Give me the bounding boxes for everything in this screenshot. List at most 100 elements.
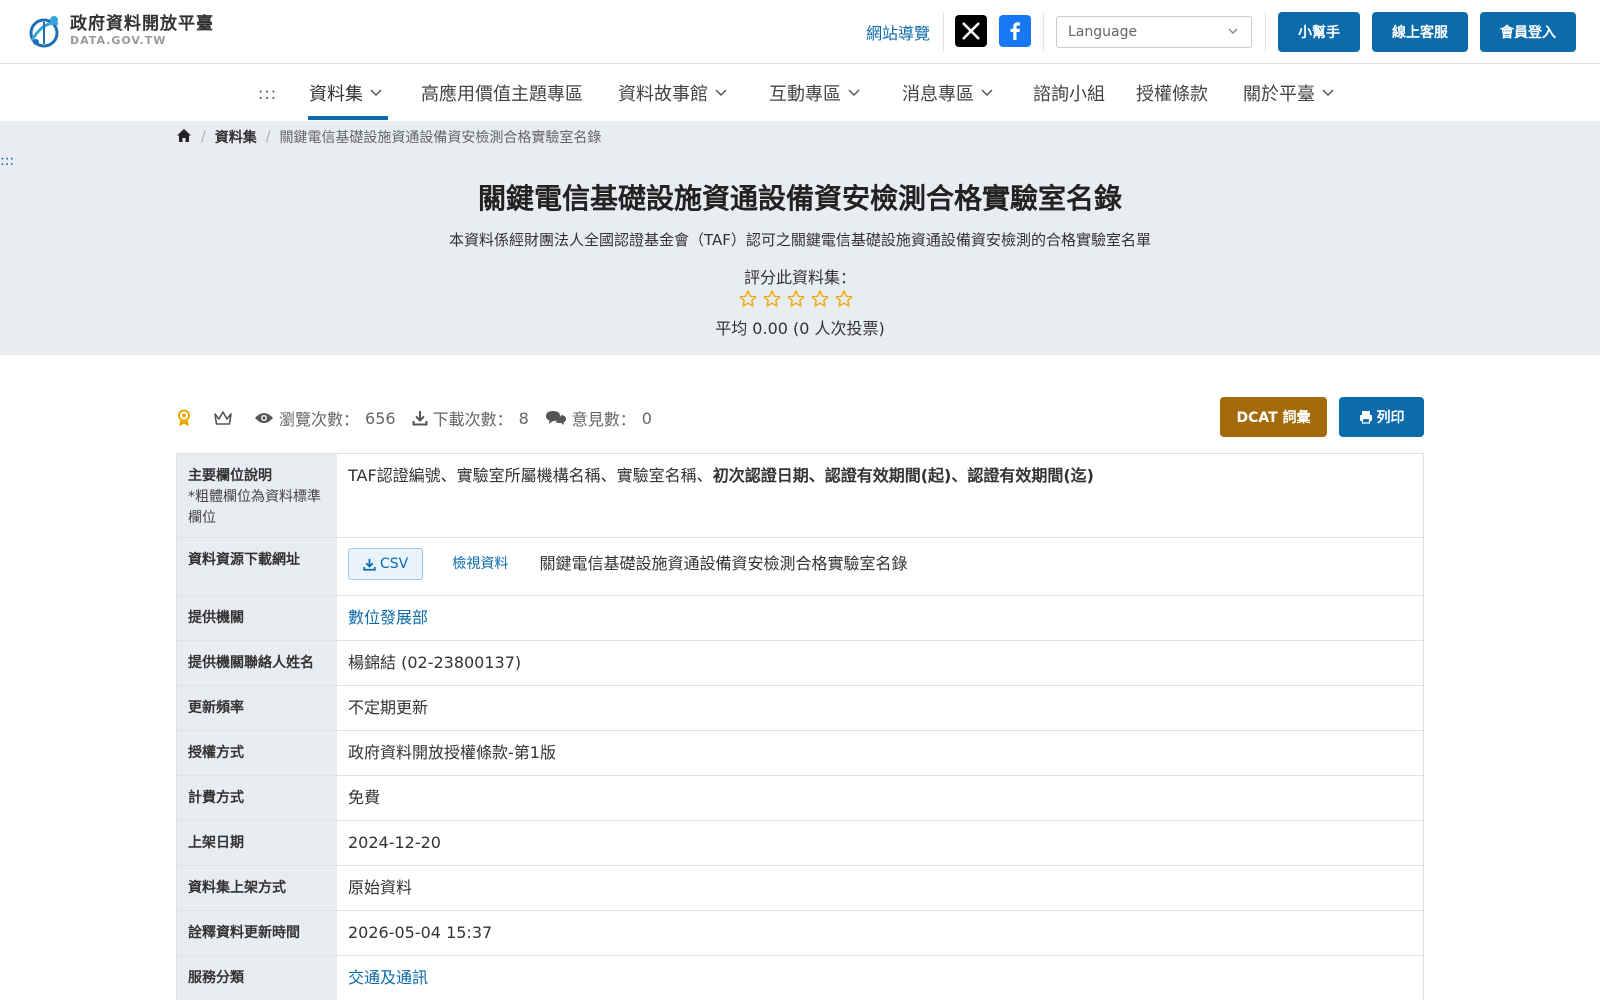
main-fields-plain: TAF認證編號、實驗室所屬機構名稱、實驗室名稱、 <box>348 466 713 485</box>
language-select[interactable]: Language <box>1056 16 1252 48</box>
star-rating[interactable] <box>738 289 854 309</box>
row-label: 服務分類 <box>177 956 337 1000</box>
rating-label: 評分此資料集： <box>743 268 856 287</box>
star-icon[interactable] <box>762 289 782 309</box>
language-select-value: Language <box>1068 24 1138 40</box>
table-row: 提供機關聯絡人姓名 楊錦結 (02-23800137) <box>177 641 1423 686</box>
dcat-vocabulary-button[interactable]: DCAT 詞彙 <box>1220 397 1327 437</box>
logo-subtitle: DATA.GOV.TW <box>70 34 167 47</box>
table-row: 主要欄位說明 *粗體欄位為資料標準欄位 TAF認證編號、實驗室所屬機構名稱、實驗… <box>177 454 1423 538</box>
nav-item-stories[interactable]: 資料故事館 <box>618 78 728 108</box>
print-label: 列印 <box>1376 410 1405 426</box>
comments-label: 意見數： <box>571 410 636 429</box>
divider <box>943 12 944 52</box>
nav-label: 高應用價值主題專區 <box>421 84 583 105</box>
print-button[interactable]: 列印 <box>1339 397 1424 437</box>
dataset-description: 本資料係經財團法人全國認證基金會（TAF）認可之關鍵電信基礎設施資通設備資安檢測… <box>449 231 1151 249</box>
nav-item-about[interactable]: 關於平臺 <box>1243 78 1335 108</box>
row-label: 資料資源下載網址 <box>177 538 337 595</box>
nav-item-interactive[interactable]: 互動專區 <box>769 78 861 108</box>
nav-label: 關於平臺 <box>1243 84 1315 105</box>
downloads-stat: 下載次數： 8 <box>412 406 529 430</box>
dataset-metadata-table: 主要欄位說明 *粗體欄位為資料標準欄位 TAF認證編號、實驗室所屬機構名稱、實驗… <box>176 453 1424 1000</box>
nav-label: 互動專區 <box>769 84 841 105</box>
nav-label: 資料集 <box>309 84 363 105</box>
star-icon[interactable] <box>834 289 854 309</box>
nav-item-high-value[interactable]: 高應用價值主題專區 <box>421 78 583 108</box>
csv-label: CSV <box>380 556 409 572</box>
table-row: 授權方式 政府資料開放授權條款-第1版 <box>177 731 1423 776</box>
table-row: 更新頻率 不定期更新 <box>177 686 1423 731</box>
active-nav-indicator <box>308 116 388 120</box>
downloads-count: 8 <box>518 408 529 428</box>
x-twitter-icon[interactable] <box>955 15 987 47</box>
table-row: 上架日期 2024-12-20 <box>177 821 1423 866</box>
nav-item-advisory[interactable]: 諮詢小組 <box>1033 78 1105 108</box>
nav-item-news[interactable]: 消息專區 <box>902 78 994 108</box>
logo-mark-icon <box>24 12 64 50</box>
dataset-hero: ::: / 資料集 / 關鍵電信基礎設施資通設備資安檢測合格實驗室名錄 關鍵電信… <box>0 121 1600 355</box>
breadcrumb-separator: / <box>201 129 206 145</box>
table-row: 資料集上架方式 原始資料 <box>177 866 1423 911</box>
csv-download-button[interactable]: CSV <box>348 548 424 580</box>
downloads-label: 下載次數： <box>432 410 513 429</box>
views-label: 瀏覽次數： <box>279 410 360 429</box>
nav-label: 資料故事館 <box>618 84 708 105</box>
chevron-down-icon <box>1227 25 1239 41</box>
comments-stat: 意見數： 0 <box>545 406 652 430</box>
nav-label: 授權條款 <box>1136 84 1208 105</box>
star-icon[interactable] <box>786 289 806 309</box>
rating-average: 平均 0.00 (0 人次投票) <box>715 319 885 338</box>
provider-link[interactable]: 數位發展部 <box>348 608 428 627</box>
row-value: CSV 檢視資料 關鍵電信基礎設施資通設備資安檢測合格實驗室名錄 <box>337 538 1423 595</box>
row-value: TAF認證編號、實驗室所屬機構名稱、實驗室名稱、初次認證日期、認證有效期間(起)… <box>337 454 1423 537</box>
view-data-link[interactable]: 檢視資料 <box>452 556 508 572</box>
metadata-updated-value: 2026-05-04 15:37 <box>348 923 493 942</box>
row-label: 上架日期 <box>177 821 337 865</box>
site-header: 政府資料開放平臺 DATA.GOV.TW 網站導覽 Language 小幫手 線… <box>0 0 1600 64</box>
main-nav: ::: 資料集 高應用價值主題專區 資料故事館 互動專區 消息專區 諮詢小組 授… <box>0 64 1600 121</box>
main-fields-bold: 初次認證日期、認證有效期間(起)、認證有效期間(迄) <box>712 466 1094 485</box>
category-link[interactable]: 交通及通訊 <box>348 968 428 987</box>
row-value: 交通及通訊 <box>337 956 1423 1000</box>
table-row: 詮釋資料更新時間 2026-05-04 15:37 <box>177 911 1423 956</box>
helper-button[interactable]: 小幫手 <box>1278 12 1360 52</box>
nav-item-datasets[interactable]: 資料集 <box>309 78 383 108</box>
online-service-button[interactable]: 線上客服 <box>1372 12 1468 52</box>
accesskey-dots[interactable]: ::: <box>258 84 277 103</box>
contact-value: 楊錦結 (02-23800137) <box>348 653 522 672</box>
published-date-value: 2024-12-20 <box>348 833 441 852</box>
breadcrumb-datasets[interactable]: 資料集 <box>215 127 257 147</box>
download-icon <box>412 411 428 426</box>
member-login-button[interactable]: 會員登入 <box>1480 12 1576 52</box>
breadcrumb: / 資料集 / 關鍵電信基礎設施資通設備資安檢測合格實驗室名錄 <box>176 127 601 147</box>
chevron-down-icon <box>847 83 861 104</box>
row-label: 提供機關聯絡人姓名 <box>177 641 337 685</box>
dataset-stats: 瀏覽次數： 656 下載次數： 8 意見數： 0 <box>176 406 668 430</box>
main-fields-note: *粗體欄位為資料標準欄位 <box>188 489 321 526</box>
nav-item-license[interactable]: 授權條款 <box>1136 78 1208 108</box>
nav-label: 消息專區 <box>902 84 974 105</box>
crown-icon <box>213 410 238 426</box>
chevron-down-icon <box>1321 83 1335 104</box>
sitemap-link[interactable]: 網站導覽 <box>866 20 930 44</box>
table-row: 資料資源下載網址 CSV 檢視資料 關鍵電信基礎設施資通設備資安檢測合格實驗室名… <box>177 538 1423 596</box>
publish-method-value: 原始資料 <box>348 878 413 897</box>
row-label: 資料集上架方式 <box>177 866 337 910</box>
star-icon[interactable] <box>738 289 758 309</box>
row-label: 提供機關 <box>177 596 337 640</box>
home-icon[interactable] <box>176 128 192 147</box>
views-stat: 瀏覽次數： 656 <box>254 406 396 430</box>
site-logo[interactable]: 政府資料開放平臺 DATA.GOV.TW <box>24 12 214 50</box>
page-title: 關鍵電信基礎設施資通設備資安檢測合格實驗室名錄 <box>477 182 1122 215</box>
chevron-down-icon <box>980 83 994 104</box>
star-icon[interactable] <box>810 289 830 309</box>
views-count: 656 <box>365 408 396 428</box>
download-icon <box>363 558 376 571</box>
chevron-down-icon <box>714 83 728 104</box>
table-row: 提供機關 數位發展部 <box>177 596 1423 641</box>
accesskey-dots[interactable]: ::: <box>0 153 14 169</box>
row-label: 授權方式 <box>177 731 337 775</box>
facebook-icon[interactable] <box>999 15 1031 47</box>
row-label: 更新頻率 <box>177 686 337 730</box>
